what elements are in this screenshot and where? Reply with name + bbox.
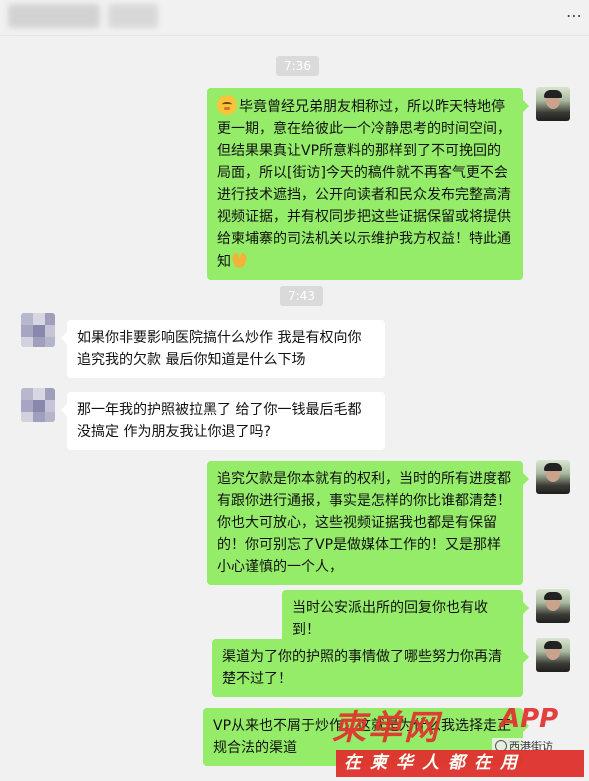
watermark-logo: 柬单网 APP 西港街访 在柬华人都在用	[332, 700, 589, 781]
my-avatar[interactable]	[536, 638, 570, 672]
message-bubble-outgoing[interactable]: 追究欠款是你本就有的权利，当时的所有进度都有跟你进行通报，事实是怎样的你比谁都清…	[207, 461, 529, 585]
chat-header: ⋯	[0, 0, 589, 36]
chat-subtitle-blurred	[108, 4, 158, 28]
more-options-icon[interactable]: ⋯	[566, 8, 583, 24]
embarrassed-emoji-icon	[217, 95, 237, 115]
message-text: 追究欠款是你本就有的权利，当时的所有进度都有跟你进行通报，事实是怎样的你比谁都清…	[217, 471, 511, 575]
message-text: 当时公安派出所的回复你也有收到！	[292, 600, 488, 638]
watermark-brand: 柬单网	[332, 708, 440, 748]
contact-avatar-pixelated[interactable]	[21, 388, 55, 422]
my-avatar[interactable]	[536, 87, 570, 121]
timestamp: 7:36	[276, 56, 319, 76]
message-bubble-outgoing[interactable]: 渠道为了你的护照的事情做了哪些努力你再清楚不过了！	[212, 639, 529, 697]
message-bubble-incoming[interactable]: 那一年我的护照被拉黑了 给了你一钱最后毛都没搞定 作为朋友我让你退了吗?	[61, 392, 385, 450]
watermark-app: APP	[500, 704, 559, 734]
chat-title-blurred	[8, 4, 100, 28]
pray-emoji-icon	[231, 250, 249, 270]
message-text: 如果你非要影响医院搞什么炒作 我是有权向你追究我的欠款 最后你知道是什么下场	[77, 330, 362, 368]
message-text: 渠道为了你的护照的事情做了哪些努力你再清楚不过了！	[222, 649, 502, 687]
contact-avatar-pixelated[interactable]	[21, 313, 55, 347]
watermark-slogan: 在柬华人都在用	[336, 750, 584, 777]
message-text: 那一年我的护照被拉黑了 给了你一钱最后毛都没搞定 作为朋友我让你退了吗?	[77, 402, 362, 440]
message-bubble-incoming[interactable]: 如果你非要影响医院搞什么炒作 我是有权向你追究我的欠款 最后你知道是什么下场	[61, 320, 385, 378]
message-text: 毕竟曾经兄弟朋友相称过，所以昨天特地停更一期，意在给彼此一个冷静思考的时间空间，…	[217, 99, 511, 270]
my-avatar[interactable]	[536, 589, 570, 623]
my-avatar[interactable]	[536, 460, 570, 494]
timestamp: 7:43	[280, 286, 323, 306]
message-bubble-outgoing[interactable]: 毕竟曾经兄弟朋友相称过，所以昨天特地停更一期，意在给彼此一个冷静思考的时间空间，…	[207, 88, 529, 280]
